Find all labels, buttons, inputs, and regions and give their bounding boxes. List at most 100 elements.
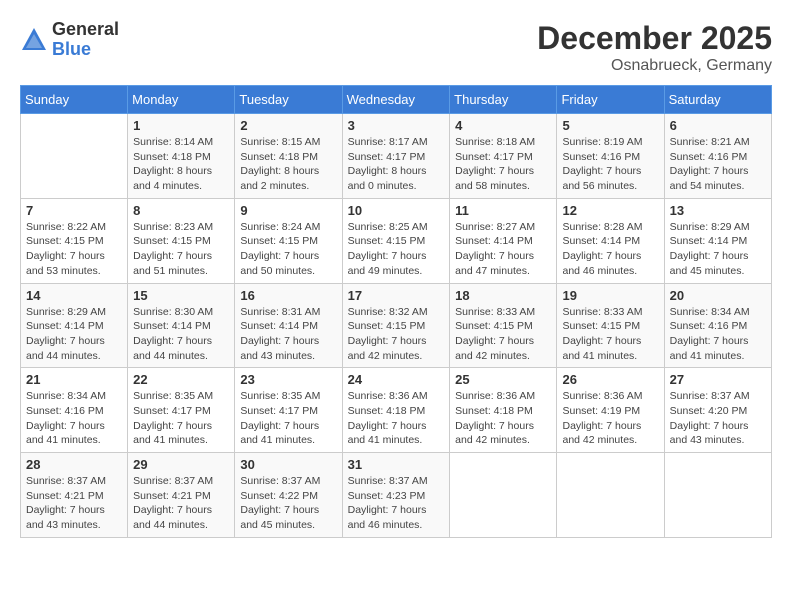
calendar-cell: 28 Sunrise: 8:37 AM Sunset: 4:21 PM Dayli… — [21, 453, 128, 538]
day-number: 23 — [240, 372, 336, 387]
day-number: 10 — [348, 203, 445, 218]
calendar-cell: 31Sunrise: 8:37 AM Sunset: 4:23 PM Dayli… — [342, 453, 450, 538]
calendar-cell: 27Sunrise: 8:37 AM Sunset: 4:20 PM Dayli… — [664, 368, 771, 453]
day-number: 7 — [26, 203, 122, 218]
calendar-cell: 8Sunrise: 8:23 AM Sunset: 4:15 PM Daylig… — [128, 198, 235, 283]
day-number: 25 — [455, 372, 551, 387]
day-number: 13 — [670, 203, 766, 218]
calendar-cell: 7 Sunrise: 8:22 AM Sunset: 4:15 PM Daylig… — [21, 198, 128, 283]
calendar-table: SundayMondayTuesdayWednesdayThursdayFrid… — [20, 85, 772, 538]
day-number: 16 — [240, 288, 336, 303]
calendar-cell: 13 Sunrise: 8:29 AM Sunset: 4:14 PM Dayli… — [664, 198, 771, 283]
header-friday: Friday — [557, 86, 664, 114]
day-number: 28 — [26, 457, 122, 472]
day-number: 14 — [26, 288, 122, 303]
day-info: Sunrise: 8:33 AM Sunset: 4:15 PM Dayligh… — [455, 305, 551, 364]
calendar-cell: 17 Sunrise: 8:32 AM Sunset: 4:15 PM Dayli… — [342, 283, 450, 368]
calendar-cell: 22 Sunrise: 8:35 AM Sunset: 4:17 PM Dayli… — [128, 368, 235, 453]
header-monday: Monday — [128, 86, 235, 114]
day-number: 20 — [670, 288, 766, 303]
calendar-week-2: 14 Sunrise: 8:29 AM Sunset: 4:14 PM Dayli… — [21, 283, 772, 368]
day-number: 17 — [348, 288, 445, 303]
header-wednesday: Wednesday — [342, 86, 450, 114]
day-number: 24 — [348, 372, 445, 387]
calendar-cell: 9 Sunrise: 8:24 AM Sunset: 4:15 PM Daylig… — [235, 198, 342, 283]
month-title: December 2025 — [537, 20, 772, 57]
day-info: Sunrise: 8:17 AM Sunset: 4:17 PM Dayligh… — [348, 135, 445, 194]
day-number: 22 — [133, 372, 229, 387]
day-info: Sunrise: 8:22 AM Sunset: 4:15 PM Dayligh… — [26, 220, 122, 279]
day-number: 18 — [455, 288, 551, 303]
day-info: Sunrise: 8:33 AM Sunset: 4:15 PM Dayligh… — [562, 305, 658, 364]
calendar-week-0: 1 Sunrise: 8:14 AM Sunset: 4:18 PM Daylig… — [21, 114, 772, 199]
day-info: Sunrise: 8:30 AM Sunset: 4:14 PM Dayligh… — [133, 305, 229, 364]
calendar-cell: 10 Sunrise: 8:25 AM Sunset: 4:15 PM Dayli… — [342, 198, 450, 283]
day-info: Sunrise: 8:28 AM Sunset: 4:14 PM Dayligh… — [562, 220, 658, 279]
header-tuesday: Tuesday — [235, 86, 342, 114]
day-info: Sunrise: 8:36 AM Sunset: 4:18 PM Dayligh… — [455, 389, 551, 448]
day-number: 21 — [26, 372, 122, 387]
day-number: 29 — [133, 457, 229, 472]
day-info: Sunrise: 8:14 AM Sunset: 4:18 PM Dayligh… — [133, 135, 229, 194]
calendar-cell: 12 Sunrise: 8:28 AM Sunset: 4:14 PM Dayli… — [557, 198, 664, 283]
day-info: Sunrise: 8:37 AM Sunset: 4:21 PM Dayligh… — [133, 474, 229, 533]
day-number: 9 — [240, 203, 336, 218]
day-info: Sunrise: 8:18 AM Sunset: 4:17 PM Dayligh… — [455, 135, 551, 194]
day-number: 1 — [133, 118, 229, 133]
logo-general-text: General — [52, 19, 119, 39]
day-info: Sunrise: 8:32 AM Sunset: 4:15 PM Dayligh… — [348, 305, 445, 364]
day-number: 6 — [670, 118, 766, 133]
day-info: Sunrise: 8:34 AM Sunset: 4:16 PM Dayligh… — [670, 305, 766, 364]
day-number: 5 — [562, 118, 658, 133]
calendar-cell: 2 Sunrise: 8:15 AM Sunset: 4:18 PM Daylig… — [235, 114, 342, 199]
location: Osnabrueck, Germany — [537, 57, 772, 75]
calendar-week-1: 7 Sunrise: 8:22 AM Sunset: 4:15 PM Daylig… — [21, 198, 772, 283]
calendar-cell: 4 Sunrise: 8:18 AM Sunset: 4:17 PM Daylig… — [450, 114, 557, 199]
calendar-cell: 18 Sunrise: 8:33 AM Sunset: 4:15 PM Dayli… — [450, 283, 557, 368]
day-info: Sunrise: 8:36 AM Sunset: 4:19 PM Dayligh… — [562, 389, 658, 448]
day-number: 12 — [562, 203, 658, 218]
day-info: Sunrise: 8:29 AM Sunset: 4:14 PM Dayligh… — [26, 305, 122, 364]
day-info: Sunrise: 8:25 AM Sunset: 4:15 PM Dayligh… — [348, 220, 445, 279]
calendar-cell: 15 Sunrise: 8:30 AM Sunset: 4:14 PM Dayli… — [128, 283, 235, 368]
calendar-header-row: SundayMondayTuesdayWednesdayThursdayFrid… — [21, 86, 772, 114]
day-info: Sunrise: 8:23 AM Sunset: 4:15 PM Dayligh… — [133, 220, 229, 279]
day-number: 26 — [562, 372, 658, 387]
day-info: Sunrise: 8:29 AM Sunset: 4:14 PM Dayligh… — [670, 220, 766, 279]
header-saturday: Saturday — [664, 86, 771, 114]
day-info: Sunrise: 8:36 AM Sunset: 4:18 PM Dayligh… — [348, 389, 445, 448]
day-info: Sunrise: 8:21 AM Sunset: 4:16 PM Dayligh… — [670, 135, 766, 194]
calendar-cell: 23 Sunrise: 8:35 AM Sunset: 4:17 PM Dayli… — [235, 368, 342, 453]
day-number: 31 — [348, 457, 445, 472]
calendar-cell: 25 Sunrise: 8:36 AM Sunset: 4:18 PM Dayli… — [450, 368, 557, 453]
day-info: Sunrise: 8:37 AM Sunset: 4:20 PM Dayligh… — [670, 389, 766, 448]
calendar-cell: 24 Sunrise: 8:36 AM Sunset: 4:18 PM Dayli… — [342, 368, 450, 453]
day-info: Sunrise: 8:34 AM Sunset: 4:16 PM Dayligh… — [26, 389, 122, 448]
calendar-cell — [557, 453, 664, 538]
calendar-cell: 11Sunrise: 8:27 AM Sunset: 4:14 PM Dayli… — [450, 198, 557, 283]
calendar-cell: 29 Sunrise: 8:37 AM Sunset: 4:21 PM Dayli… — [128, 453, 235, 538]
calendar-cell: 20 Sunrise: 8:34 AM Sunset: 4:16 PM Dayli… — [664, 283, 771, 368]
calendar-cell: 26 Sunrise: 8:36 AM Sunset: 4:19 PM Dayli… — [557, 368, 664, 453]
day-number: 4 — [455, 118, 551, 133]
calendar-cell: 30 Sunrise: 8:37 AM Sunset: 4:22 PM Dayli… — [235, 453, 342, 538]
day-number: 15 — [133, 288, 229, 303]
day-info: Sunrise: 8:35 AM Sunset: 4:17 PM Dayligh… — [240, 389, 336, 448]
day-info: Sunrise: 8:37 AM Sunset: 4:21 PM Dayligh… — [26, 474, 122, 533]
day-number: 2 — [240, 118, 336, 133]
calendar-cell: 5 Sunrise: 8:19 AM Sunset: 4:16 PM Daylig… — [557, 114, 664, 199]
calendar-cell — [664, 453, 771, 538]
calendar-cell: 3 Sunrise: 8:17 AM Sunset: 4:17 PM Daylig… — [342, 114, 450, 199]
day-info: Sunrise: 8:37 AM Sunset: 4:22 PM Dayligh… — [240, 474, 336, 533]
day-info: Sunrise: 8:24 AM Sunset: 4:15 PM Dayligh… — [240, 220, 336, 279]
header-sunday: Sunday — [21, 86, 128, 114]
logo-icon — [20, 26, 48, 54]
title-block: December 2025 Osnabrueck, Germany — [537, 20, 772, 75]
day-number: 30 — [240, 457, 336, 472]
day-info: Sunrise: 8:35 AM Sunset: 4:17 PM Dayligh… — [133, 389, 229, 448]
day-number: 3 — [348, 118, 445, 133]
day-info: Sunrise: 8:19 AM Sunset: 4:16 PM Dayligh… — [562, 135, 658, 194]
logo: General Blue — [20, 20, 119, 60]
day-info: Sunrise: 8:15 AM Sunset: 4:18 PM Dayligh… — [240, 135, 336, 194]
logo-text: General Blue — [52, 20, 119, 60]
